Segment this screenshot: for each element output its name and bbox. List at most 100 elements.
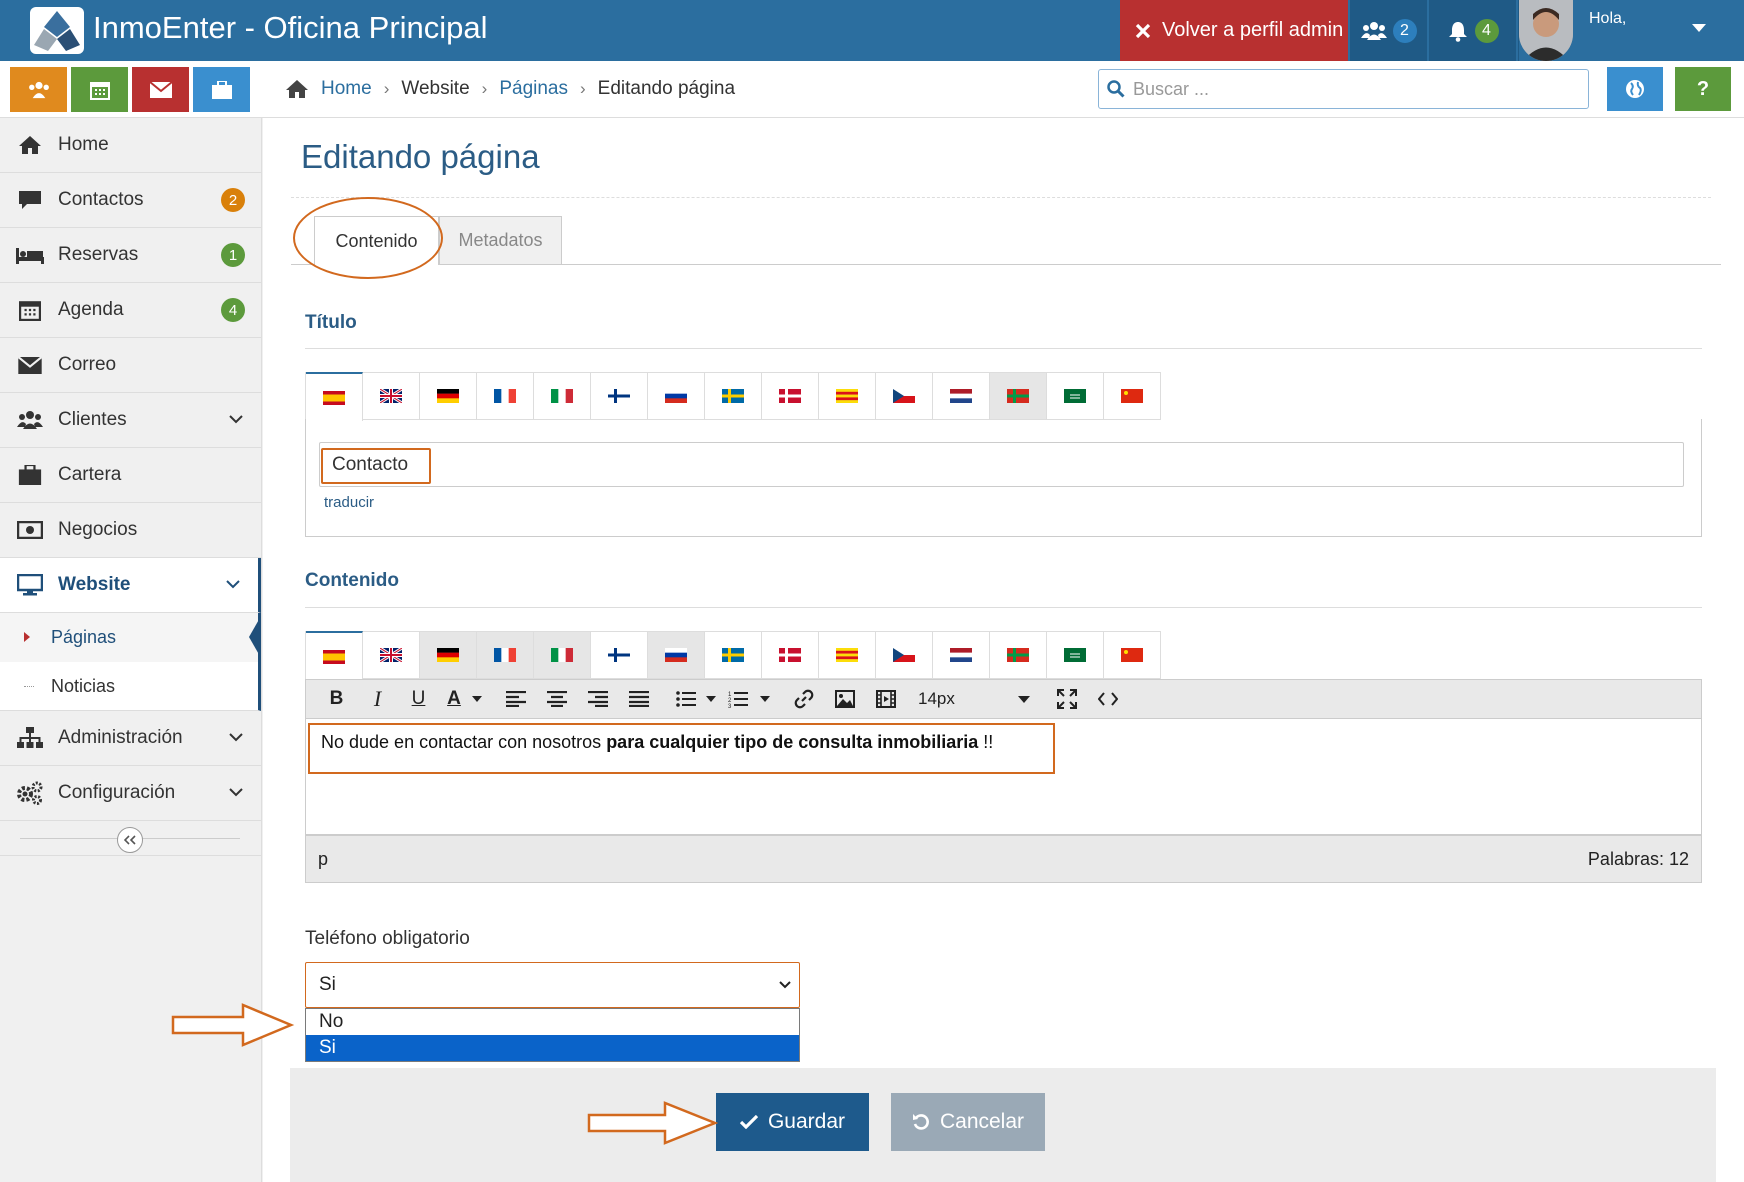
bold-icon[interactable]: B (316, 683, 357, 715)
language-tab-fi[interactable] (591, 372, 648, 420)
calendar-icon (89, 80, 110, 100)
language-tab-sa[interactable] (1047, 372, 1104, 420)
user-menu[interactable]: Hola, (1518, 0, 1728, 61)
collapse-sidebar-icon[interactable] (117, 827, 143, 853)
language-tab-cn[interactable] (1104, 372, 1161, 420)
language-tab-nl[interactable] (933, 372, 990, 420)
sidebar-item-clientes[interactable]: Clientes (0, 393, 261, 448)
language-tab-cn[interactable] (1104, 631, 1161, 679)
sidebar-subitem-noticias[interactable]: Noticias (0, 662, 261, 711)
language-tab-nl[interactable] (933, 631, 990, 679)
calendar-icon (16, 298, 44, 322)
gears-icon (16, 781, 44, 805)
back-to-admin-button[interactable]: Volver a perfil admin (1120, 0, 1348, 61)
quick-mail-button[interactable] (132, 67, 189, 112)
brand-logo[interactable] (30, 7, 84, 54)
language-tab-de[interactable] (420, 372, 477, 420)
breadcrumb-home[interactable]: Home (321, 78, 372, 100)
users-button[interactable]: 2 (1350, 0, 1427, 61)
underline-icon[interactable]: U (398, 683, 439, 715)
option-no[interactable]: No (306, 1009, 799, 1035)
bullet-list-icon[interactable] (671, 683, 701, 715)
language-tab-dk[interactable] (762, 372, 819, 420)
language-button[interactable] (1607, 67, 1663, 111)
language-tab-de[interactable] (420, 631, 477, 679)
align-justify-icon[interactable] (618, 683, 659, 715)
search-input[interactable] (1133, 78, 1563, 100)
video-icon[interactable] (865, 683, 906, 715)
italic-icon[interactable]: I (357, 683, 398, 715)
language-tab-gb[interactable] (363, 631, 420, 679)
language-tab-se[interactable] (705, 372, 762, 420)
font-size-select[interactable]: 14px (918, 683, 1030, 715)
sidebar-item-label: Contactos (58, 189, 144, 210)
language-tab-fr[interactable] (477, 631, 534, 679)
language-tab-ca[interactable] (819, 372, 876, 420)
quick-contacts-button[interactable] (10, 67, 67, 112)
link-icon[interactable] (783, 683, 824, 715)
notifications-button[interactable]: 4 (1429, 0, 1516, 61)
numbered-list-icon[interactable]: 123 (721, 683, 755, 715)
bell-icon (1447, 20, 1469, 42)
language-tab-sa[interactable] (1047, 631, 1104, 679)
rich-text-editor[interactable]: No dude en contactar con nosotros para c… (305, 719, 1702, 835)
sidebar-item-label: Correo (58, 354, 117, 375)
dropdown-caret-icon[interactable] (701, 683, 721, 715)
language-tab-ru[interactable] (648, 631, 705, 679)
flag-fi-icon (608, 389, 630, 403)
caret-down-icon[interactable] (1692, 24, 1706, 33)
editor-content[interactable]: No dude en contactar con nosotros para c… (321, 732, 993, 753)
editor-element-path[interactable]: p (318, 849, 328, 870)
language-tab-eu[interactable] (990, 372, 1047, 420)
code-view-icon[interactable] (1087, 683, 1128, 715)
image-icon[interactable] (824, 683, 865, 715)
sidebar-item-administracion[interactable]: Administración (0, 711, 261, 766)
sidebar-item-reservas[interactable]: Reservas 1 (0, 228, 261, 283)
flag-fr-icon (494, 389, 516, 403)
caret-right-icon (24, 632, 30, 642)
tab-label: Metadatos (458, 230, 543, 250)
option-si[interactable]: Si (306, 1035, 799, 1061)
language-tab-it[interactable] (534, 631, 591, 679)
sidebar-item-home[interactable]: Home (0, 118, 261, 173)
align-left-icon[interactable] (495, 683, 536, 715)
align-center-icon[interactable] (536, 683, 577, 715)
language-tab-ru[interactable] (648, 372, 705, 420)
save-button[interactable]: Guardar (716, 1093, 869, 1151)
language-tab-es[interactable] (306, 631, 363, 680)
language-tab-gb[interactable] (363, 372, 420, 420)
translate-link[interactable]: traducir (324, 494, 374, 511)
sidebar-item-website[interactable]: Website (0, 558, 261, 613)
home-icon[interactable] (285, 79, 309, 99)
breadcrumb-pages[interactable]: Páginas (499, 78, 568, 100)
language-tab-cz[interactable] (876, 631, 933, 679)
sidebar-subitem-paginas[interactable]: Páginas (0, 613, 261, 662)
language-tab-ca[interactable] (819, 631, 876, 679)
tab-metadatos[interactable]: Metadatos (439, 216, 562, 265)
dropdown-caret-icon[interactable] (469, 683, 485, 715)
language-tab-dk[interactable] (762, 631, 819, 679)
sidebar-item-contactos[interactable]: Contactos 2 (0, 173, 261, 228)
quick-portfolio-button[interactable] (193, 67, 250, 112)
language-tab-fr[interactable] (477, 372, 534, 420)
cancel-button[interactable]: Cancelar (891, 1093, 1045, 1151)
title-input[interactable] (319, 442, 1684, 487)
sidebar-item-agenda[interactable]: Agenda 4 (0, 283, 261, 338)
quick-calendar-button[interactable] (71, 67, 128, 112)
language-tab-es[interactable] (306, 372, 363, 421)
language-tab-se[interactable] (705, 631, 762, 679)
sidebar-item-cartera[interactable]: Cartera (0, 448, 261, 503)
sidebar-item-negocios[interactable]: Negocios (0, 503, 261, 558)
help-button[interactable]: ? (1675, 67, 1731, 111)
language-tab-eu[interactable] (990, 631, 1047, 679)
align-right-icon[interactable] (577, 683, 618, 715)
phone-required-select[interactable]: Si (305, 962, 800, 1008)
language-tab-fi[interactable] (591, 631, 648, 679)
dropdown-caret-icon[interactable] (755, 683, 775, 715)
sidebar-item-correo[interactable]: Correo (0, 338, 261, 393)
fullscreen-icon[interactable] (1046, 683, 1087, 715)
language-tab-cz[interactable] (876, 372, 933, 420)
sidebar-item-configuracion[interactable]: Configuración (0, 766, 261, 821)
language-tab-it[interactable] (534, 372, 591, 420)
font-color-icon[interactable]: A (439, 683, 469, 715)
